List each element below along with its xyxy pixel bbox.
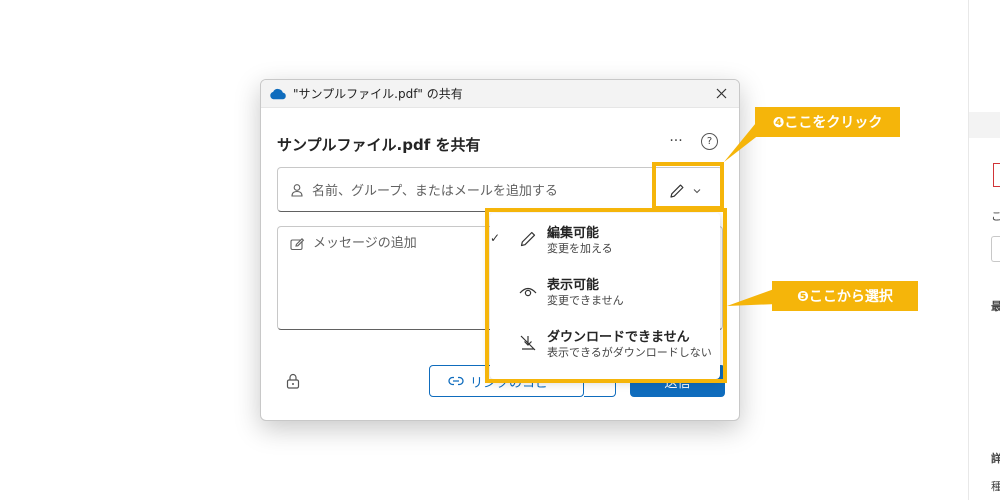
edit-message-icon	[290, 238, 305, 251]
onedrive-cloud-icon	[270, 88, 286, 99]
side-panel-field	[991, 236, 1000, 262]
close-icon	[716, 88, 726, 99]
side-panel-text: 種	[991, 480, 1000, 493]
highlight-box-permission-menu	[485, 208, 727, 383]
background-side-panel: こ 最 詳 種	[968, 0, 1000, 500]
callout-step5: ❺ここから選択	[772, 281, 918, 311]
close-button[interactable]	[711, 84, 731, 104]
message-placeholder: メッセージの追加	[313, 236, 417, 251]
side-panel-band	[969, 112, 1000, 138]
side-panel-text: こ	[991, 210, 1000, 223]
person-icon	[291, 183, 303, 197]
side-panel-text: 詳	[991, 452, 1000, 465]
more-options-button[interactable]: ···	[666, 132, 686, 152]
highlight-box-permission-button	[652, 162, 724, 210]
link-icon	[448, 376, 464, 386]
file-type-badge	[993, 163, 1000, 187]
window-title: "サンプルファイル.pdf" の共有	[293, 87, 463, 101]
side-panel-text: 最	[991, 300, 1000, 313]
recipient-placeholder: 名前、グループ、またはメールを追加する	[312, 184, 558, 199]
lock-icon[interactable]	[286, 373, 300, 389]
dialog-heading: サンプルファイル.pdf を共有	[277, 136, 481, 154]
help-button[interactable]: ?	[701, 133, 718, 150]
callout-step4: ❹ここをクリック	[755, 107, 900, 137]
dialog-titlebar: "サンプルファイル.pdf" の共有	[261, 80, 739, 108]
